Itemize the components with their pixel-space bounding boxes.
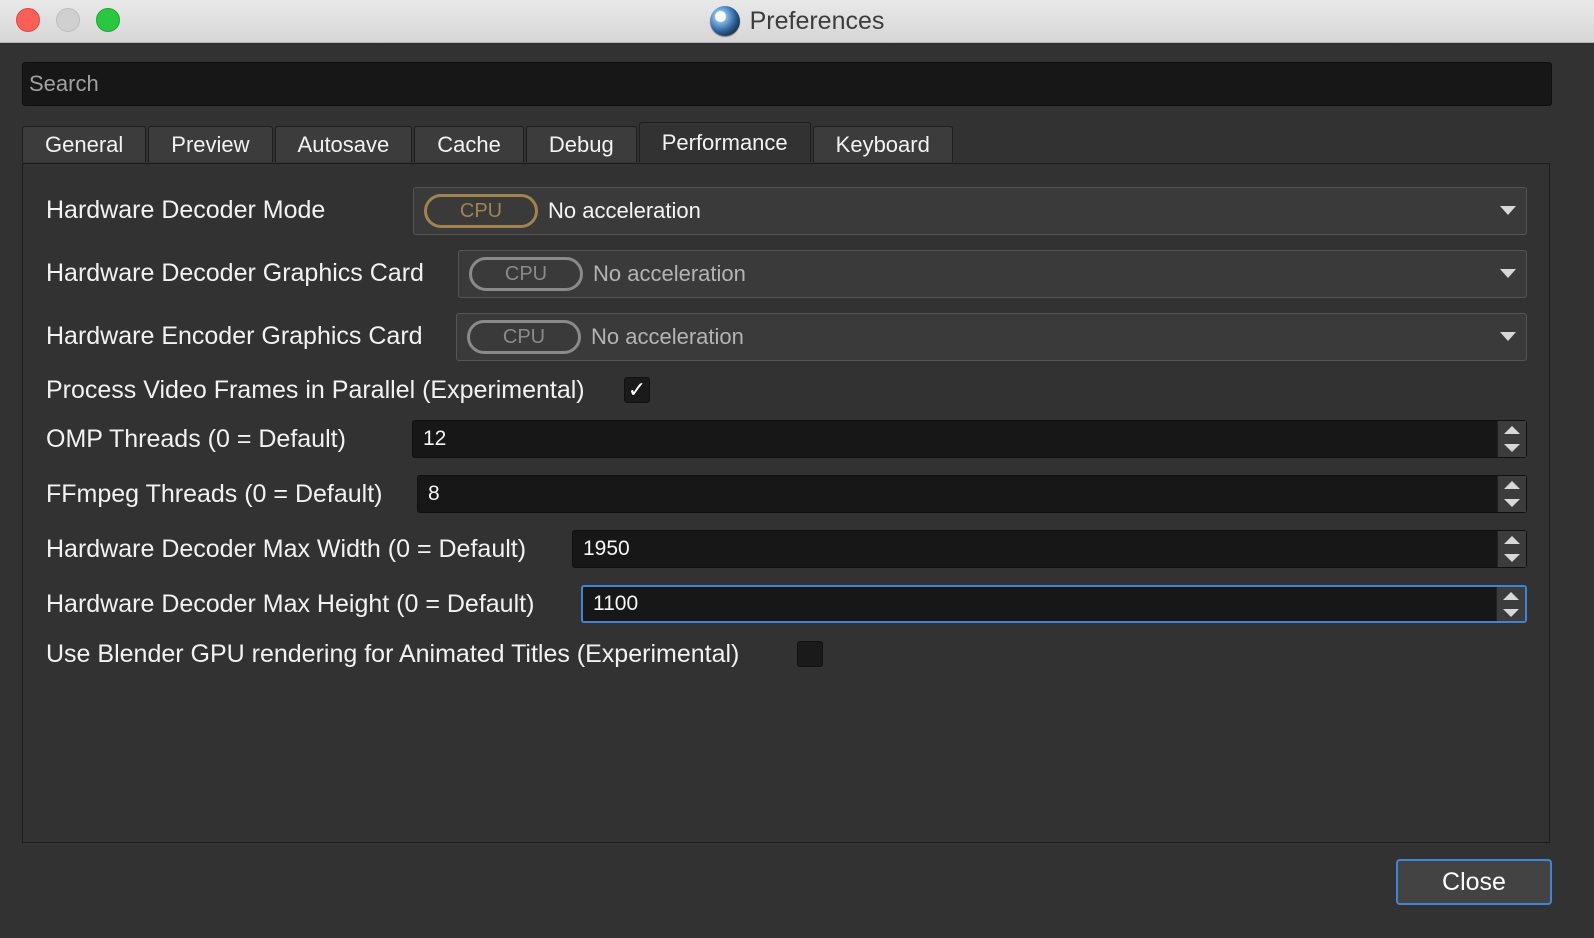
arrow-up-icon [1503,591,1519,600]
tab-autosave[interactable]: Autosave [274,126,413,162]
tab-performance[interactable]: Performance [638,122,811,162]
spin-buttons [1496,587,1525,621]
max-width-spinbox[interactable]: 1950 [572,530,1527,568]
max-width-value: 1950 [583,537,630,560]
decoder-card-select[interactable]: CPU No acceleration [458,250,1527,298]
spin-down-button[interactable] [1498,439,1526,457]
cpu-badge: CPU [467,320,581,354]
arrow-down-icon [1504,554,1520,562]
spin-down-button[interactable] [1497,604,1525,621]
tab-cache[interactable]: Cache [414,126,524,162]
window-title: Preferences [749,6,885,35]
decoder-card-label: Hardware Decoder Graphics Card [46,259,424,287]
parallel-checkbox[interactable]: ✓ [624,377,650,403]
ffmpeg-threads-value: 8 [428,482,440,505]
spin-up-button[interactable] [1498,531,1526,549]
arrow-up-icon [1504,536,1520,544]
decoder-card-value: No acceleration [593,261,746,286]
chevron-down-icon [1500,332,1516,341]
spin-buttons [1497,421,1526,457]
spin-up-button[interactable] [1498,476,1526,494]
decoder-mode-label: Hardware Decoder Mode [46,196,326,224]
cpu-badge: CPU [424,194,538,228]
ffmpeg-threads-spinbox[interactable]: 8 [417,475,1527,513]
max-height-label: Hardware Decoder Max Height (0 = Default… [46,590,535,618]
close-button[interactable]: Close [1396,859,1552,905]
encoder-card-value: No acceleration [591,324,744,349]
tab-preview[interactable]: Preview [148,126,273,162]
tab-general[interactable]: General [22,126,147,162]
search-input[interactable] [22,62,1552,106]
arrow-up-icon [1504,426,1520,434]
arrow-down-icon [1503,608,1519,617]
omp-threads-spinbox[interactable]: 12 [412,420,1527,458]
title-wrap: Preferences [0,0,1594,42]
blender-gpu-label: Use Blender GPU rendering for Animated T… [46,640,740,668]
preferences-window: Preferences General Preview Autosave Cac… [0,0,1594,938]
arrow-down-icon [1504,444,1520,452]
spin-up-button[interactable] [1497,587,1525,604]
arrow-up-icon [1504,481,1520,489]
decoder-mode-value: No acceleration [548,198,701,223]
blender-gpu-checkbox[interactable] [797,641,823,667]
max-height-spinbox[interactable]: 1100 [581,585,1527,623]
parallel-label: Process Video Frames in Parallel (Experi… [46,376,585,404]
spin-buttons [1497,531,1526,567]
encoder-card-select[interactable]: CPU No acceleration [456,313,1527,361]
spin-down-button[interactable] [1498,494,1526,512]
cpu-badge: CPU [469,257,583,291]
decoder-mode-select[interactable]: CPU No acceleration [413,187,1527,235]
spin-buttons [1497,476,1526,512]
encoder-card-label: Hardware Encoder Graphics Card [46,322,423,350]
title-bar: Preferences [0,0,1594,43]
ffmpeg-threads-label: FFmpeg Threads (0 = Default) [46,480,383,508]
max-width-label: Hardware Decoder Max Width (0 = Default) [46,535,527,563]
spin-up-button[interactable] [1498,421,1526,439]
max-height-value: 1100 [593,592,639,615]
omp-threads-label: OMP Threads (0 = Default) [46,425,346,453]
spin-down-button[interactable] [1498,549,1526,567]
tab-bar: General Preview Autosave Cache Debug Per… [22,122,955,164]
arrow-down-icon [1504,499,1520,507]
omp-threads-value: 12 [423,427,447,450]
openshot-logo-icon [709,6,740,36]
tab-debug[interactable]: Debug [525,126,637,162]
tab-keyboard[interactable]: Keyboard [812,126,953,162]
chevron-down-icon [1500,206,1516,215]
chevron-down-icon [1500,269,1516,278]
